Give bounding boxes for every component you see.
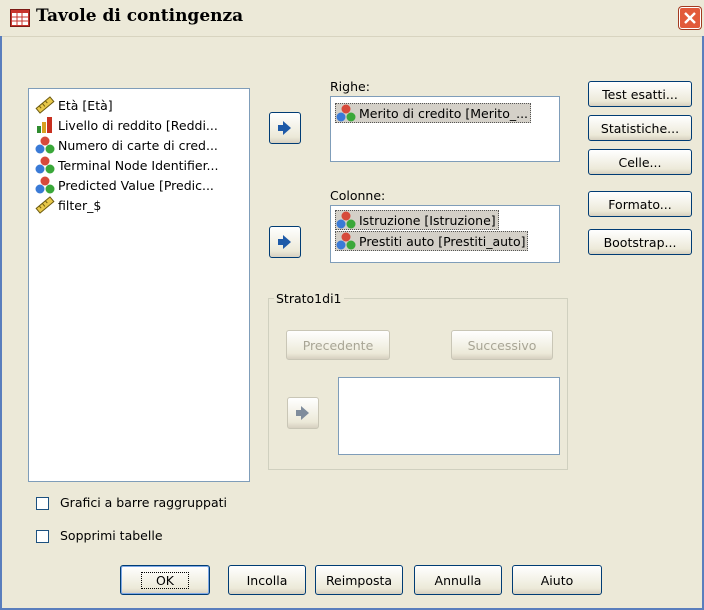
dialog-window: Tavole di contingenza Età [Età] Livello … <box>0 0 704 610</box>
arrow-right-icon <box>278 121 291 135</box>
clustered-bars-label: Grafici a barre raggruppati <box>60 495 227 510</box>
next-button[interactable]: Successivo <box>451 330 553 360</box>
previous-button[interactable]: Precedente <box>286 330 390 360</box>
list-item-label: Livello di reddito [Reddi... <box>58 117 218 133</box>
list-item[interactable]: Livello di reddito [Reddi... <box>35 115 218 135</box>
exact-tests-button[interactable]: Test esatti... <box>588 81 692 107</box>
help-button[interactable]: Aiuto <box>512 565 602 595</box>
rows-label: Righe: <box>330 79 370 94</box>
suppress-tables-label: Sopprimi tabelle <box>60 528 163 543</box>
layer-group-label: Strato1di1 <box>274 291 344 306</box>
list-item-label: Terminal Node Identifier... <box>58 157 219 173</box>
list-item[interactable]: filter_$ <box>35 195 101 215</box>
nominal-circles-icon <box>336 232 356 250</box>
cells-button[interactable]: Celle... <box>588 149 692 175</box>
scale-ruler-icon <box>35 96 55 114</box>
nominal-circles-icon <box>35 136 55 154</box>
list-item-label: Istruzione [Istruzione] <box>359 212 496 228</box>
columns-list[interactable]: Istruzione [Istruzione] Prestiti auto [P… <box>330 205 560 263</box>
list-item-label: Età [Età] <box>58 97 113 113</box>
bootstrap-button[interactable]: Bootstrap... <box>588 229 692 255</box>
nominal-circles-icon <box>35 176 55 194</box>
arrow-right-icon <box>296 406 309 420</box>
close-icon <box>684 12 696 24</box>
list-item[interactable]: Terminal Node Identifier... <box>35 155 218 175</box>
arrow-right-icon <box>278 235 291 249</box>
variable-list[interactable]: Età [Età] Livello di reddito [Reddi... N… <box>28 88 250 482</box>
columns-label: Colonne: <box>330 188 386 203</box>
reset-button[interactable]: Reimposta <box>315 565 403 595</box>
list-item-label: Merito di credito [Merito_... <box>359 105 529 121</box>
format-button[interactable]: Formato... <box>588 191 692 217</box>
nominal-circles-icon <box>336 104 356 122</box>
list-item[interactable]: Età [Età] <box>35 95 113 115</box>
table-icon <box>10 9 30 27</box>
rows-list[interactable]: Merito di credito [Merito_... <box>330 96 560 162</box>
title-bar: Tavole di contingenza <box>0 0 704 37</box>
list-item-label: Prestiti auto [Prestiti_auto] <box>359 233 526 249</box>
move-to-layer-button[interactable] <box>287 397 319 429</box>
list-item-label: filter_$ <box>58 197 102 213</box>
paste-button[interactable]: Incolla <box>228 565 306 595</box>
list-item[interactable]: Predicted Value [Predic... <box>35 175 214 195</box>
nominal-circles-icon <box>35 156 55 174</box>
list-item-label: Predicted Value [Predic... <box>58 177 214 193</box>
move-to-columns-button[interactable] <box>269 226 301 258</box>
list-item[interactable]: Prestiti auto [Prestiti_auto] <box>335 231 529 251</box>
list-item[interactable]: Merito di credito [Merito_... <box>335 103 532 123</box>
close-button[interactable] <box>679 7 701 29</box>
statistics-button[interactable]: Statistiche... <box>588 115 692 141</box>
list-item-label: Numero di carte di cred... <box>58 137 218 153</box>
ordinal-bar-icon <box>35 116 55 134</box>
window-title: Tavole di contingenza <box>36 6 244 26</box>
move-to-rows-button[interactable] <box>269 112 301 144</box>
list-item[interactable]: Numero di carte di cred... <box>35 135 218 155</box>
nominal-circles-icon <box>336 211 356 229</box>
ok-button[interactable]: OK <box>120 565 210 595</box>
scale-ruler-icon <box>35 196 55 214</box>
list-item[interactable]: Istruzione [Istruzione] <box>335 210 499 230</box>
layer-list[interactable] <box>338 377 560 455</box>
clustered-bars-checkbox[interactable] <box>36 497 49 510</box>
cancel-button[interactable]: Annulla <box>414 565 502 595</box>
suppress-tables-checkbox[interactable] <box>36 530 49 543</box>
